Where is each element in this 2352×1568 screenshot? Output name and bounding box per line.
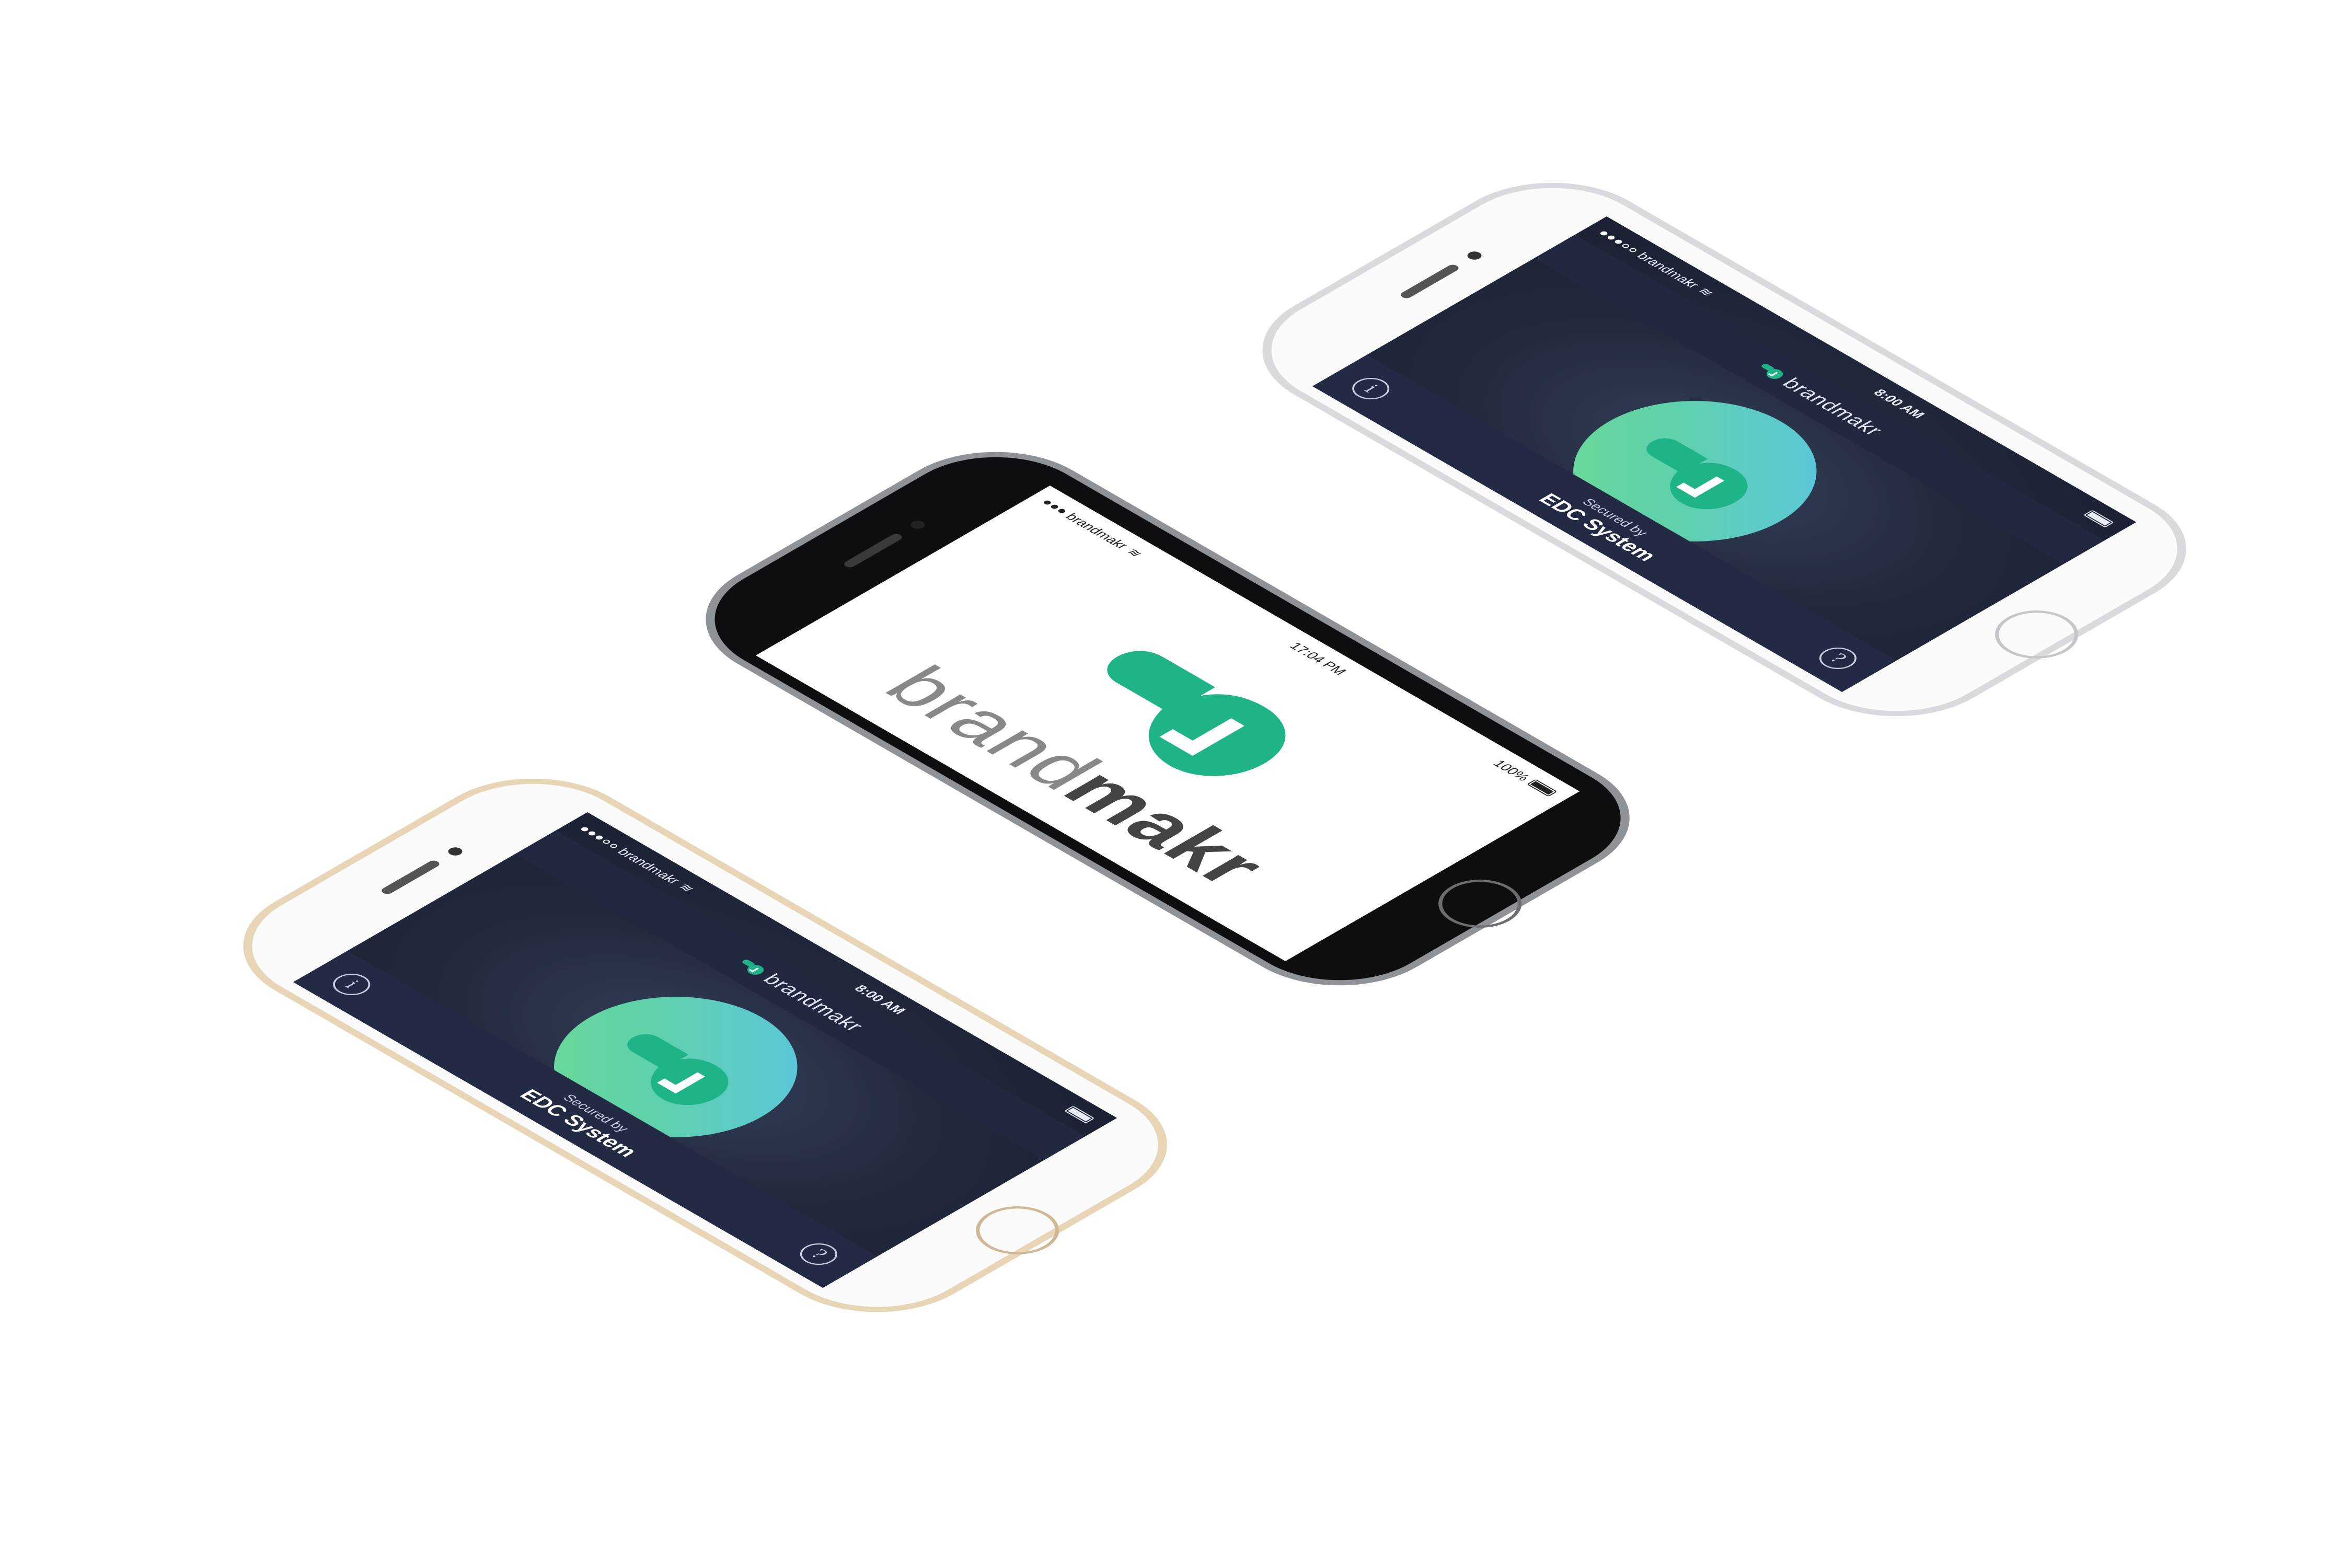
carrier-label: brandmakr (1062, 511, 1133, 551)
front-camera (445, 846, 466, 857)
battery-percent: 100% (1490, 757, 1534, 783)
signal-icon (1042, 499, 1067, 514)
wifi-icon: ≋ (675, 881, 699, 895)
wifi-icon: ≋ (1123, 546, 1147, 560)
home-button[interactable] (1421, 870, 1539, 938)
signal-icon (1599, 230, 1639, 253)
home-button[interactable] (959, 1196, 1077, 1264)
help-icon[interactable]: ? (1812, 643, 1864, 674)
battery-icon (2083, 510, 2114, 528)
front-camera (907, 519, 928, 531)
info-icon[interactable]: i (1344, 373, 1397, 404)
brand-logo-icon (1751, 360, 1790, 383)
status-time: 17:04 PM (1286, 640, 1351, 677)
earpiece-speaker (1398, 263, 1461, 299)
battery-icon (1064, 1105, 1095, 1124)
wifi-icon: ≋ (1694, 285, 1718, 299)
signal-icon (580, 826, 619, 849)
brand-logo-icon (732, 956, 771, 978)
battery-icon (1526, 779, 1558, 797)
front-camera (1464, 250, 1485, 261)
earpiece-speaker (841, 533, 905, 569)
help-icon[interactable]: ? (792, 1239, 845, 1270)
earpiece-speaker (379, 859, 442, 895)
home-button[interactable] (1978, 601, 2096, 668)
info-icon[interactable]: i (325, 969, 378, 1000)
